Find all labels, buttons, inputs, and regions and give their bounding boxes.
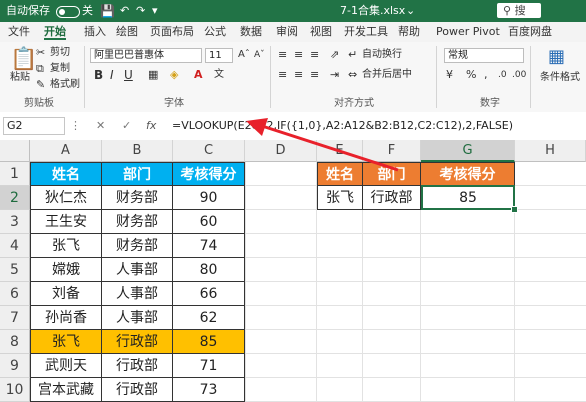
- merge-center-icon[interactable]: ⇔: [348, 68, 357, 82]
- title-bar: 自动保存 关 💾 ↶ ↷ ▾ 7-1合集.xlsx ⌄ ⚲ 搜: [0, 0, 586, 22]
- paste-button[interactable]: 粘贴: [10, 72, 30, 84]
- grow-font-icon[interactable]: Aˆ: [238, 48, 250, 62]
- cut-button[interactable]: 剪切: [50, 47, 70, 59]
- font-name-select[interactable]: 阿里巴巴普惠体: [90, 48, 202, 63]
- wrap-text-button[interactable]: 自动换行: [362, 49, 402, 61]
- customize-icon[interactable]: ▾: [152, 0, 158, 22]
- table-cell-dept[interactable]: 人事部: [102, 306, 173, 330]
- tab-page-layout[interactable]: 页面布局: [150, 22, 194, 42]
- percent-icon[interactable]: %: [466, 68, 476, 82]
- copy-button[interactable]: 复制: [50, 63, 70, 75]
- tab-developer[interactable]: 开发工具: [344, 22, 388, 42]
- file-title: 7-1合集.xlsx: [340, 4, 406, 17]
- format-painter-button[interactable]: 格式刷: [50, 79, 80, 91]
- italic-button[interactable]: I: [110, 69, 114, 81]
- paste-icon[interactable]: 📋: [10, 48, 37, 72]
- conditional-format-icon[interactable]: ▦: [548, 48, 565, 66]
- tab-file[interactable]: 文件: [8, 22, 30, 42]
- font-color-icon[interactable]: A: [194, 68, 203, 82]
- title-chevron-icon[interactable]: ⌄: [406, 0, 415, 22]
- underline-button[interactable]: U: [124, 69, 133, 81]
- table-cell-name[interactable]: 宫本武藏: [30, 378, 102, 402]
- row-header-9[interactable]: 9: [0, 354, 30, 378]
- table-cell-dept[interactable]: 行政部: [102, 354, 173, 378]
- font-size-select[interactable]: 11: [205, 48, 233, 63]
- table-cell-name[interactable]: 刘备: [30, 282, 102, 306]
- table-cell-dept[interactable]: 人事部: [102, 282, 173, 306]
- align-center-icon[interactable]: ≡: [294, 68, 303, 82]
- autosave-label: 自动保存: [6, 4, 50, 17]
- row-header-6[interactable]: 6: [0, 282, 30, 306]
- copy-icon[interactable]: ⧉: [36, 62, 44, 76]
- bold-button[interactable]: B: [94, 69, 103, 81]
- tab-review[interactable]: 审阅: [276, 22, 298, 42]
- search-icon: ⚲: [503, 4, 512, 17]
- row-header-10[interactable]: 10: [0, 378, 30, 402]
- borders-icon[interactable]: ▦: [148, 68, 158, 82]
- table-cell-score[interactable]: 80: [173, 258, 245, 282]
- tab-power-pivot[interactable]: Power Pivot: [436, 22, 500, 42]
- autosave-toggle[interactable]: [56, 6, 80, 18]
- tab-insert[interactable]: 插入: [84, 22, 106, 42]
- tab-help[interactable]: 帮助: [398, 22, 420, 42]
- table-cell-dept[interactable]: 人事部: [102, 258, 173, 282]
- table-cell-name[interactable]: 张飞: [30, 330, 102, 354]
- increase-decimal-icon[interactable]: .0: [498, 68, 507, 82]
- table-cell-score[interactable]: 85: [173, 330, 245, 354]
- tab-view[interactable]: 视图: [310, 22, 332, 42]
- format-painter-icon[interactable]: ✎: [36, 78, 45, 92]
- align-right-icon[interactable]: ≡: [310, 68, 319, 82]
- table-cell-score[interactable]: 73: [173, 378, 245, 402]
- tab-data[interactable]: 数据: [240, 22, 262, 42]
- currency-icon[interactable]: ¥: [446, 68, 453, 82]
- tab-home[interactable]: 开始: [44, 22, 66, 40]
- search-label: 搜: [514, 4, 526, 17]
- conditional-format-button[interactable]: 条件格式: [540, 72, 580, 84]
- orientation-icon[interactable]: ⇗: [330, 48, 339, 62]
- align-top-icon[interactable]: ≡: [278, 48, 287, 62]
- shrink-font-icon[interactable]: Aˇ: [254, 48, 265, 62]
- table-cell-dept[interactable]: 行政部: [102, 330, 173, 354]
- wrap-text-icon[interactable]: ↵: [348, 48, 357, 62]
- decrease-decimal-icon[interactable]: .00: [512, 68, 526, 82]
- arrow-shaft: [261, 124, 399, 172]
- align-bottom-icon[interactable]: ≡: [310, 48, 319, 62]
- row-header-7[interactable]: 7: [0, 306, 30, 330]
- tab-formulas[interactable]: 公式: [204, 22, 226, 42]
- table-cell-score[interactable]: 71: [173, 354, 245, 378]
- tab-baidu-netdisk[interactable]: 百度网盘: [508, 22, 552, 42]
- redo-icon[interactable]: ↷: [136, 0, 145, 22]
- cut-icon[interactable]: ✂: [36, 46, 45, 60]
- autosave-state: 关: [82, 4, 93, 17]
- annotation-arrow: [246, 118, 399, 172]
- align-middle-icon[interactable]: ≡: [294, 48, 303, 62]
- fill-color-icon[interactable]: ◈: [170, 68, 178, 82]
- phonetic-icon[interactable]: 文: [214, 68, 224, 82]
- menu-bar: 文件 开始 插入 绘图 页面布局 公式 数据 审阅 视图 开发工具 帮助 Pow…: [0, 22, 586, 42]
- table-cell-score[interactable]: 62: [173, 306, 245, 330]
- number-format-select[interactable]: 常规: [444, 48, 524, 63]
- comma-icon[interactable]: ,: [484, 68, 488, 82]
- row-header-5[interactable]: 5: [0, 258, 30, 282]
- table-cell-name[interactable]: 武则天: [30, 354, 102, 378]
- undo-icon[interactable]: ↶: [120, 0, 129, 22]
- merge-center-button[interactable]: 合并后居中: [362, 69, 412, 81]
- search-box[interactable]: ⚲ 搜: [497, 3, 541, 18]
- table-cell-name[interactable]: 孙尚香: [30, 306, 102, 330]
- row-header-8[interactable]: 8: [0, 330, 30, 354]
- save-icon[interactable]: 💾: [100, 0, 115, 22]
- align-left-icon[interactable]: ≡: [278, 68, 287, 82]
- table-cell-score[interactable]: 66: [173, 282, 245, 306]
- spreadsheet-grid: A B C D E F G H 1 2 3 4 5 6 7 8 9 10 姓名 …: [0, 118, 586, 402]
- indent-icon[interactable]: ⇥: [330, 68, 339, 82]
- table-cell-dept[interactable]: 行政部: [102, 378, 173, 402]
- table-cell-name[interactable]: 嫦娥: [30, 258, 102, 282]
- tab-draw[interactable]: 绘图: [116, 22, 138, 42]
- arrow-head: [246, 118, 268, 136]
